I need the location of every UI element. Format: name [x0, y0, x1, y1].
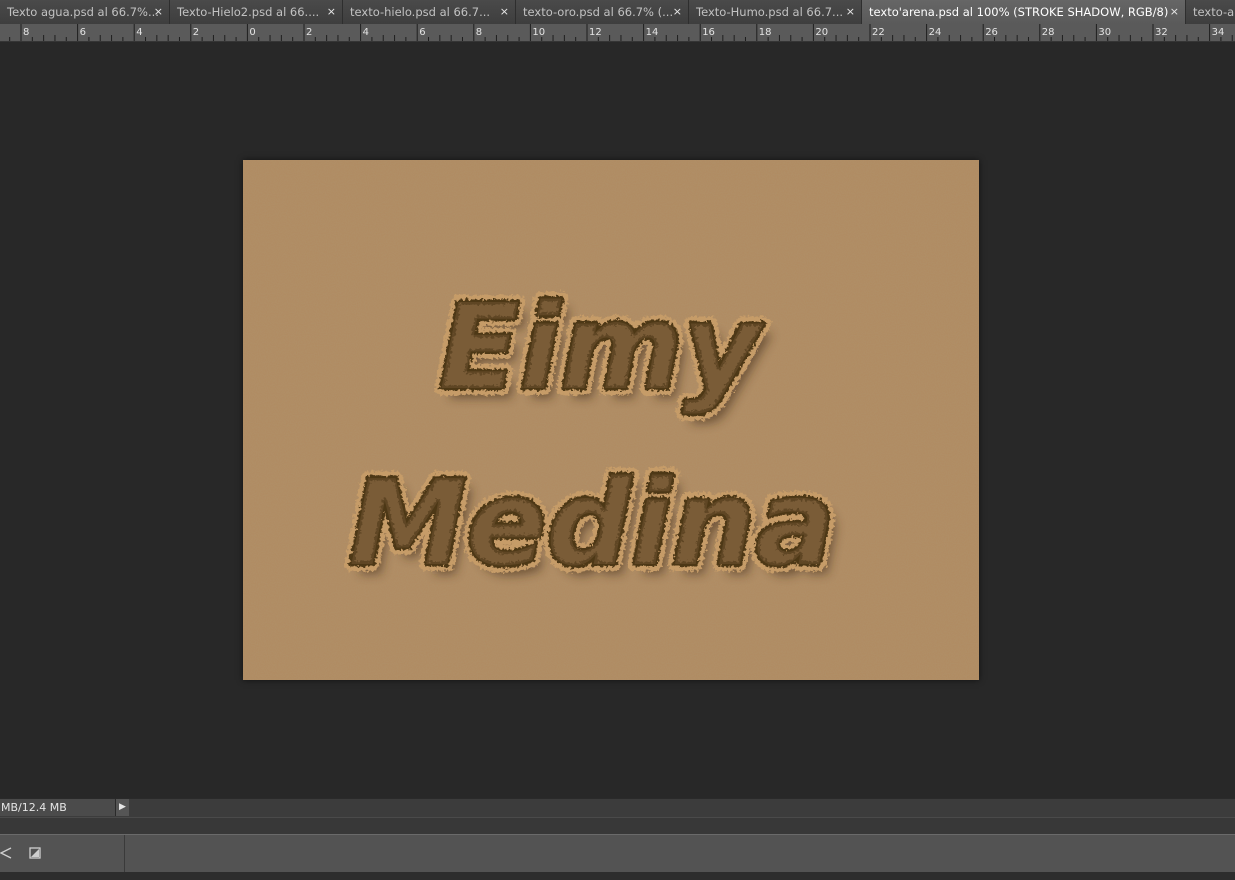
tab-label: texto-oro.psd al 66.7% (...: [523, 5, 674, 19]
square-edit-icon[interactable]: [27, 845, 43, 861]
horizontal-ruler[interactable]: 8 6 4 2 0 2 4 6 8 10 12 14 16 18 20 22 24 26 28 30 32 34: [0, 24, 1235, 42]
document-canvas[interactable]: Eimy Medina Eimy Medina Eimy Medina Eimy…: [243, 160, 979, 680]
sand-artwork: Eimy Medina Eimy Medina Eimy Medina Eimy…: [243, 160, 979, 680]
tab-label: texto-hielo.psd al 66.7...: [350, 5, 491, 19]
close-icon[interactable]: ×: [327, 0, 336, 23]
ruler-label: 8: [23, 27, 29, 38]
tab-texto-hielo2[interactable]: Texto-Hielo2.psd al 66.... ×: [170, 0, 343, 24]
ruler-ticks: 8 6 4 2 0 2 4 6 8 10 12 14 16 18 20 22 24 26 28 30 32 34: [9, 24, 1233, 41]
ruler-label: 32: [1155, 27, 1168, 38]
ruler-label: 28: [1042, 27, 1055, 38]
close-icon[interactable]: ×: [500, 0, 509, 23]
inner-text-line1: Eimy: [439, 278, 765, 416]
ruler-label: 10: [532, 27, 545, 38]
tab-texto-hielo[interactable]: texto-hielo.psd al 66.7... ×: [343, 0, 516, 24]
ruler-label: 18: [759, 27, 772, 38]
ruler-label: 12: [589, 27, 602, 38]
ruler-label: 2: [193, 27, 199, 38]
timeline-panel: [0, 834, 1235, 873]
tab-texto-humo[interactable]: Texto-Humo.psd al 66.7... ×: [689, 0, 862, 24]
ruler-label: 20: [815, 27, 828, 38]
close-icon[interactable]: ×: [154, 0, 163, 23]
tab-texto-arena[interactable]: texto'arena.psd al 100% (STROKE SHADOW, …: [862, 0, 1186, 24]
document-tab-bar: Texto agua.psd al 66.7%... × Texto-Hielo…: [0, 0, 1235, 25]
tab-label: Texto-Hielo2.psd al 66....: [177, 5, 320, 19]
tab-texto-agua[interactable]: Texto agua.psd al 66.7%... ×: [0, 0, 170, 24]
tab-texto-a[interactable]: texto-a: [1186, 0, 1235, 24]
ruler-label: 14: [646, 27, 659, 38]
inner-text-line2: Medina: [349, 454, 835, 592]
document-size-readout: MB/12.4 MB: [0, 799, 115, 816]
photoshop-window: Texto agua.psd al 66.7%... × Texto-Hielo…: [0, 0, 1235, 880]
ruler-label: 8: [476, 27, 482, 38]
panel-divider: [124, 835, 125, 873]
close-icon[interactable]: ×: [846, 0, 855, 23]
bottom-edge: [0, 872, 1235, 880]
ruler-label: 22: [872, 27, 885, 38]
panel-header-strip: [0, 817, 1235, 835]
ruler-label: 6: [80, 27, 86, 38]
ruler-label: 4: [363, 27, 369, 38]
tab-label: texto'arena.psd al 100% (STROKE SHADOW, …: [869, 5, 1169, 19]
canvas-area[interactable]: Eimy Medina Eimy Medina Eimy Medina Eimy…: [0, 42, 1235, 798]
tab-label: texto-a: [1193, 5, 1235, 19]
status-bar: MB/12.4 MB ▶: [0, 798, 1235, 817]
status-menu-arrow-icon[interactable]: ▶: [115, 799, 129, 816]
tab-label: Texto-Humo.psd al 66.7...: [696, 5, 844, 19]
tab-label: Texto agua.psd al 66.7%...: [7, 5, 159, 19]
ruler-label: 24: [929, 27, 942, 38]
ruler-label: 34: [1212, 27, 1225, 38]
ruler-label: 4: [136, 27, 142, 38]
ruler-label: 30: [1098, 27, 1111, 38]
ruler-label: 26: [985, 27, 998, 38]
close-icon[interactable]: ×: [1170, 0, 1179, 23]
close-icon[interactable]: ×: [673, 0, 682, 23]
ruler-label: 0: [249, 27, 255, 38]
ruler-label: 6: [419, 27, 425, 38]
scissors-icon[interactable]: [0, 845, 13, 861]
ruler-label: 2: [306, 27, 312, 38]
ruler-label: 16: [702, 27, 715, 38]
tab-texto-oro[interactable]: texto-oro.psd al 66.7% (... ×: [516, 0, 689, 24]
